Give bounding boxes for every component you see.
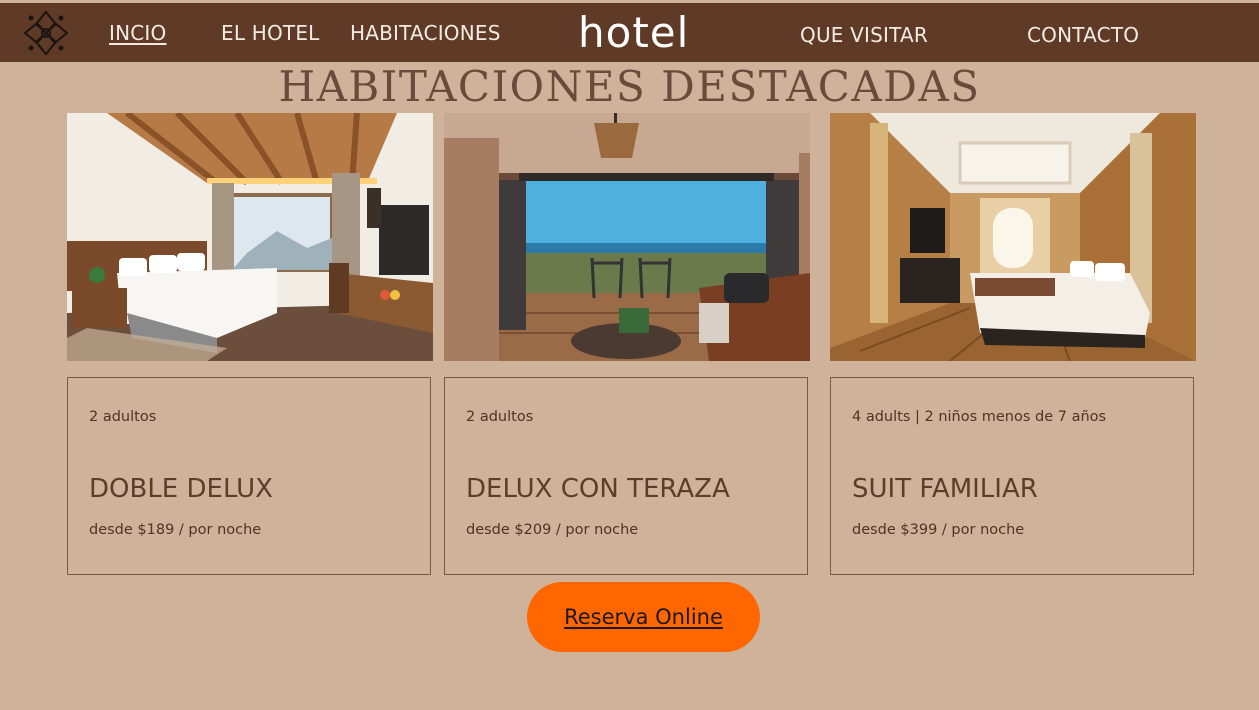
reserva-online-button[interactable]: Reserva Online (527, 582, 760, 652)
brand-logo-text[interactable]: hotel (578, 8, 689, 57)
room-card-delux-con-teraza[interactable]: 2 adultos DELUX CON TERAZA desde $209 / … (444, 377, 808, 575)
nav-link-contacto[interactable]: CONTACTO (1027, 23, 1139, 47)
room-name[interactable]: DOBLE DELUX (89, 474, 273, 504)
room-price: desde $209 / por noche (466, 522, 639, 538)
nav-link-que-visitar[interactable]: QUE VISITAR (800, 23, 928, 47)
nav-link-habitaciones[interactable]: HABITACIONES (350, 21, 501, 45)
room-card-doble-delux[interactable]: 2 adultos DOBLE DELUX desde $189 / por n… (67, 377, 431, 575)
room-card-suit-familiar[interactable]: 4 adults | 2 niños menos de 7 años SUIT … (830, 377, 1194, 575)
room-photo-delux-con-teraza[interactable] (444, 113, 810, 361)
room-guests: 4 adults | 2 niños menos de 7 años (852, 409, 1107, 425)
room-guests: 2 adultos (89, 409, 157, 425)
room-photo-doble-delux[interactable] (67, 113, 433, 361)
nav-link-el-hotel[interactable]: EL HOTEL (221, 21, 320, 45)
room-name[interactable]: DELUX CON TERAZA (466, 474, 730, 504)
top-nav: INCIO EL HOTEL HABITACIONES hotel QUE VI… (0, 3, 1259, 62)
page-title: HABITACIONES DESTACADAS (278, 62, 981, 111)
room-price: desde $189 / por noche (89, 522, 262, 538)
room-guests: 2 adultos (466, 409, 534, 425)
room-price: desde $399 / por noche (852, 522, 1025, 538)
ornamental-flower-icon[interactable] (22, 9, 70, 57)
room-name[interactable]: SUIT FAMILIAR (852, 474, 1038, 504)
room-photo-suit-familiar[interactable] (830, 113, 1196, 361)
nav-link-inicio[interactable]: INCIO (109, 21, 166, 45)
